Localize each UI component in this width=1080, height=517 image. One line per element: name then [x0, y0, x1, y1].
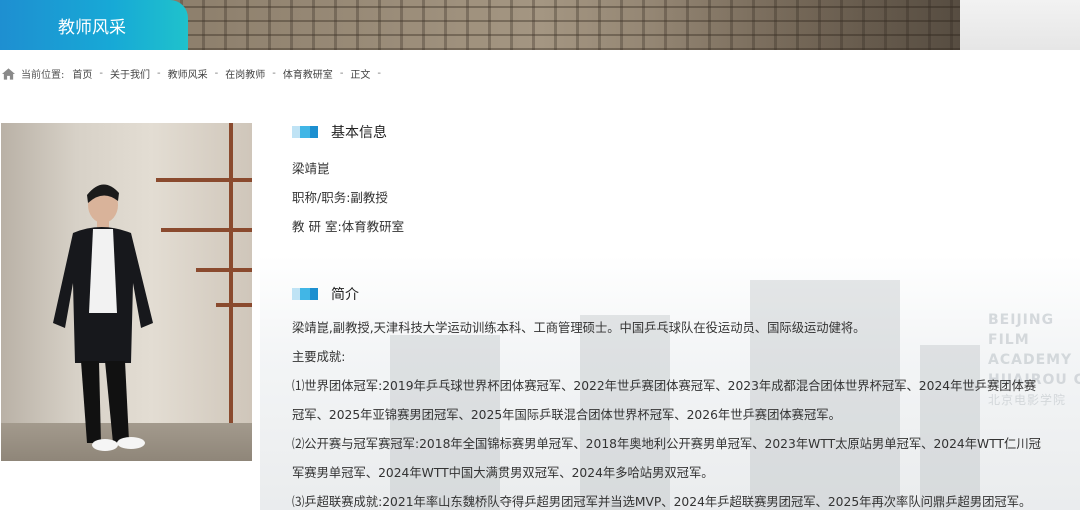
breadcrumb-separator: - [377, 68, 382, 79]
intro-paragraph: 梁靖崑,副教授,天津科技大学运动训练本科、工商管理硕士。中国乒乓球队在役运动员、… [292, 321, 866, 335]
intro-paragraph: 冠军、2025年亚锦赛男团冠军、2025年国际乒联混合团体世界杯冠军、2026年… [292, 408, 841, 422]
breadcrumb-separator: - [339, 68, 344, 79]
basic-info-heading: 基本信息 [292, 122, 387, 142]
breadcrumb-pe-dept[interactable]: 体育教研室 [283, 66, 333, 81]
intro-heading: 简介 [292, 284, 359, 304]
breadcrumb-label: 当前位置: [21, 70, 65, 81]
intro-paragraph: ⑵公开赛与冠军赛冠军:2018年全国锦标赛男单冠军、2018年奥地利公开赛男单冠… [292, 437, 1041, 451]
breadcrumb-article[interactable]: 正文 [350, 66, 370, 81]
breadcrumb-teachers[interactable]: 教师风采 [168, 66, 208, 81]
intro-title: 简介 [331, 287, 359, 303]
teacher-department: 教 研 室:体育教研室 [292, 219, 405, 234]
breadcrumb-separator: - [272, 68, 276, 79]
teacher-photo [1, 123, 252, 461]
breadcrumb-separator: - [156, 68, 161, 79]
intro-paragraph: ⑴世界团体冠军:2019年乒乓球世界杯团体赛冠军、2022年世乒赛团体赛冠军、2… [292, 379, 1037, 393]
section-marker-icon [292, 288, 322, 300]
teacher-name: 梁靖崑 [292, 161, 330, 176]
breadcrumb-active-teachers[interactable]: 在岗教师 [225, 66, 265, 81]
breadcrumb-about[interactable]: 关于我们 [110, 66, 150, 81]
intro-paragraph: 主要成就: [292, 350, 346, 364]
breadcrumb-separator: - [214, 68, 219, 79]
breadcrumb-separator: - [99, 68, 103, 79]
section-marker-icon [292, 126, 322, 138]
person-figure [53, 184, 153, 451]
intro-paragraph: ⑶乒超联赛成就:2021年率山东魏桥队夺得乒超男团冠军并当选MVP、2024年乒… [292, 495, 1032, 509]
basic-info-title: 基本信息 [331, 125, 387, 141]
intro-text: 梁靖崑,副教授,天津科技大学运动训练本科、工商管理硕士。中国乒乓球队在役运动员、… [292, 314, 1078, 517]
banner-right-panel [960, 0, 1080, 50]
teacher-title: 职称/职务:副教授 [292, 190, 388, 205]
section-title-tab: 教师风采 [0, 0, 188, 50]
intro-paragraph: 军赛男单冠军、2024年WTT中国大满贯男双冠军、2024年多哈站男双冠军。 [292, 466, 714, 480]
section-title: 教师风采 [58, 17, 126, 38]
breadcrumb-home[interactable]: 首页 [72, 66, 92, 81]
breadcrumb: 当前位置: 首页 - 关于我们 - 教师风采 - 在岗教师 - 体育教研室 - … [2, 66, 388, 81]
home-icon [2, 67, 15, 80]
